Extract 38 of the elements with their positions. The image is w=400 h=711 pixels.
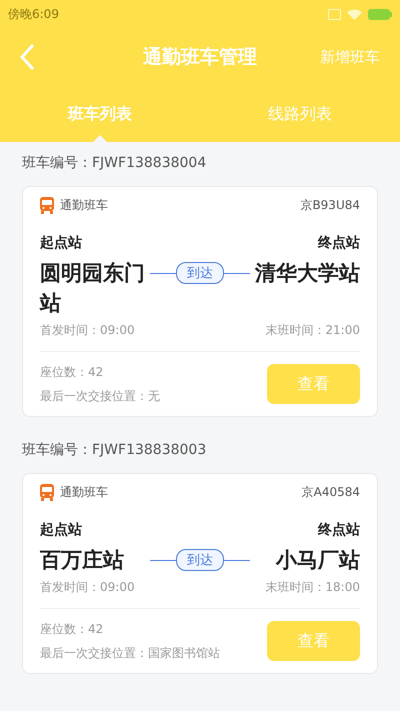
bus-type: 通勤班车 [60,484,108,501]
bus-icon [40,197,54,214]
start-station: 圆明园东门站 [40,260,146,317]
last-departure-time: 末班时间：21:00 [265,322,360,339]
arrive-tag: 到达 [176,549,224,571]
bus-number: 班车编号：FJWF138838004 [22,154,208,173]
end-station: 清华大学站 [254,260,360,287]
seat-count: 座位数：42 [40,621,104,638]
back-button[interactable] [18,43,36,71]
end-label: 终点站 [318,521,360,539]
tab[interactable]: 线路列表 [268,104,332,124]
first-departure-time: 首发时间：09:00 [40,322,135,339]
end-station: 小马厂站 [274,547,360,574]
page-title: 通勤班车管理 [143,46,257,68]
last-departure-time: 末班时间：18:00 [265,579,360,596]
battery-icon [368,8,392,20]
bus-type: 通勤班车 [60,197,108,214]
sim-icon [328,8,341,20]
start-station: 百万庄站 [40,547,125,574]
wifi-icon [347,8,362,20]
last-handover-location: 最后一次交接位置：无 [40,388,160,405]
plate-number: 京B93U84 [300,197,360,214]
view-button[interactable]: 查看 [267,621,360,661]
end-label: 终点站 [318,234,360,252]
add-bus-button[interactable]: 新增班车 [320,48,380,66]
tab[interactable]: 班车列表 [68,104,132,124]
view-button[interactable]: 查看 [267,364,360,404]
tab-indicator [93,135,107,142]
last-handover-location: 最后一次交接位置：国家图书馆站 [40,645,220,662]
start-label: 起点站 [40,521,82,539]
bus-number: 班车编号：FJWF138838003 [22,441,208,460]
status-time: 傍晚6:09 [8,6,59,22]
bus-icon [40,484,54,501]
arrive-tag: 到达 [176,262,224,284]
plate-number: 京A40584 [302,484,360,501]
start-label: 起点站 [40,234,82,252]
first-departure-time: 首发时间：09:00 [40,579,135,596]
seat-count: 座位数：42 [40,364,104,381]
